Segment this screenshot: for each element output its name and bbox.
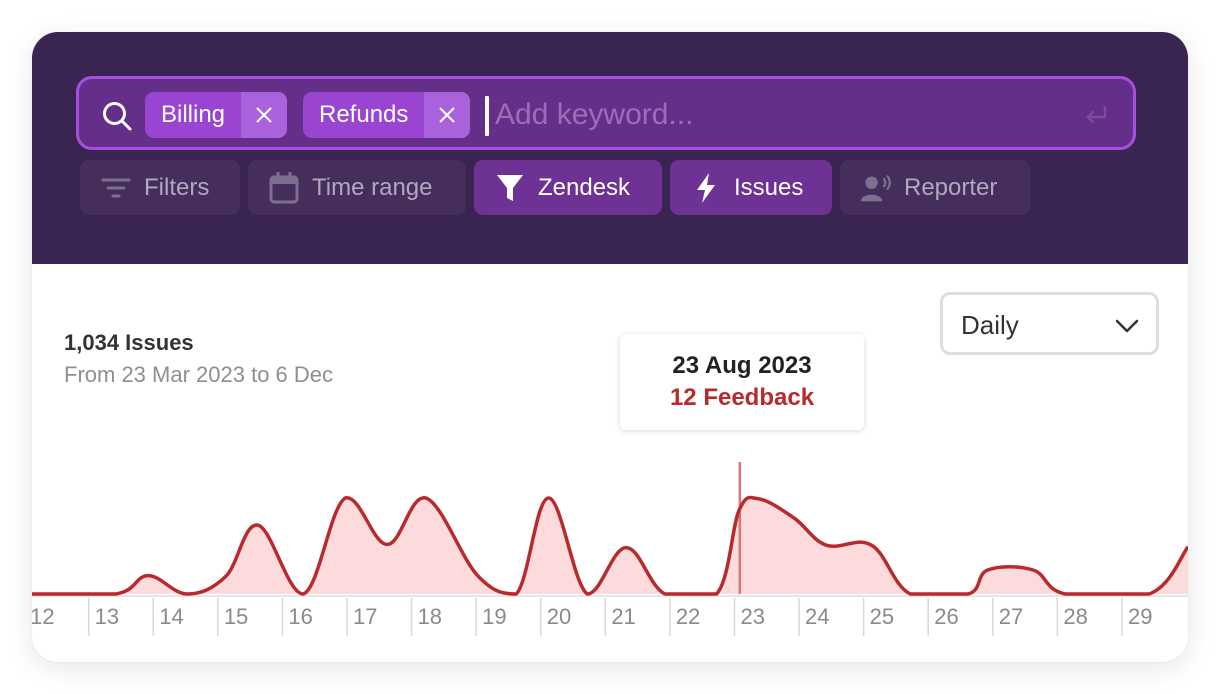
text-caret [485,96,489,136]
remove-chip-button[interactable] [241,92,288,138]
filters-button[interactable]: Filters [80,160,240,215]
granularity-value: Daily [961,310,1019,340]
filter-header: Billing Refunds Add keyword... Filters T… [32,32,1188,264]
issues-card: Billing Refunds Add keyword... Filters T… [32,32,1188,662]
x-tick-label: 24 [805,604,829,629]
time-range-label: Time range [312,173,433,201]
zendesk-filter-button[interactable]: Zendesk [474,160,662,215]
enter-key-icon [1086,105,1107,124]
close-icon [439,107,456,123]
keyword-input[interactable] [493,91,1057,139]
keyword-chip-label: Refunds [319,101,409,128]
x-tick-label: 27 [999,604,1023,629]
x-tick-label: 16 [288,604,312,629]
remove-chip-button[interactable] [424,92,471,138]
zendesk-label: Zendesk [538,173,631,201]
issues-filter-button[interactable]: Issues [670,160,832,215]
issues-label: Issues [734,173,804,201]
speaking-person-icon [860,172,892,204]
filters-label: Filters [144,173,210,201]
x-tick-label: 19 [482,604,506,629]
x-tick-label: 22 [676,604,700,629]
x-tick-label: 14 [159,604,183,629]
tooltip-date: 23 Aug 2023 [672,352,812,379]
x-tick-label: 28 [1063,604,1087,629]
x-tick-label: 20 [547,604,571,629]
x-tick-label: 17 [353,604,377,629]
filter-lines-icon [100,172,132,204]
keyword-chip-label: Billing [161,101,226,128]
x-tick-label: 29 [1128,604,1152,629]
x-tick-label: 18 [418,604,442,629]
hover-tooltip: 23 Aug 2023 12 Feedback [620,334,864,430]
x-tick-label: 13 [95,604,119,629]
chevron-down-icon [1115,319,1139,333]
x-tick-label: 23 [740,604,764,629]
keyword-search-bar[interactable]: Billing Refunds [76,76,1136,150]
x-tick-label: 25 [870,604,894,629]
lightning-icon [690,172,722,204]
granularity-select[interactable]: Daily [940,292,1159,355]
search-icon [103,102,132,131]
close-icon [256,107,272,123]
x-tick-label: 21 [611,604,635,629]
calendar-icon [268,171,300,204]
x-tick-label: 12 [32,604,55,629]
funnel-icon [494,172,526,204]
reporter-button[interactable]: Reporter [840,160,1030,215]
x-tick-label: 26 [934,604,958,629]
x-tick-label: 15 [224,604,248,629]
tooltip-feedback-count: 12 Feedback [669,384,815,411]
time-range-button[interactable]: Time range [248,160,466,215]
area-fill [32,497,1188,594]
keyword-chip-refunds: Refunds [303,92,471,138]
keyword-chip-billing: Billing [145,92,288,138]
reporter-label: Reporter [904,173,998,201]
